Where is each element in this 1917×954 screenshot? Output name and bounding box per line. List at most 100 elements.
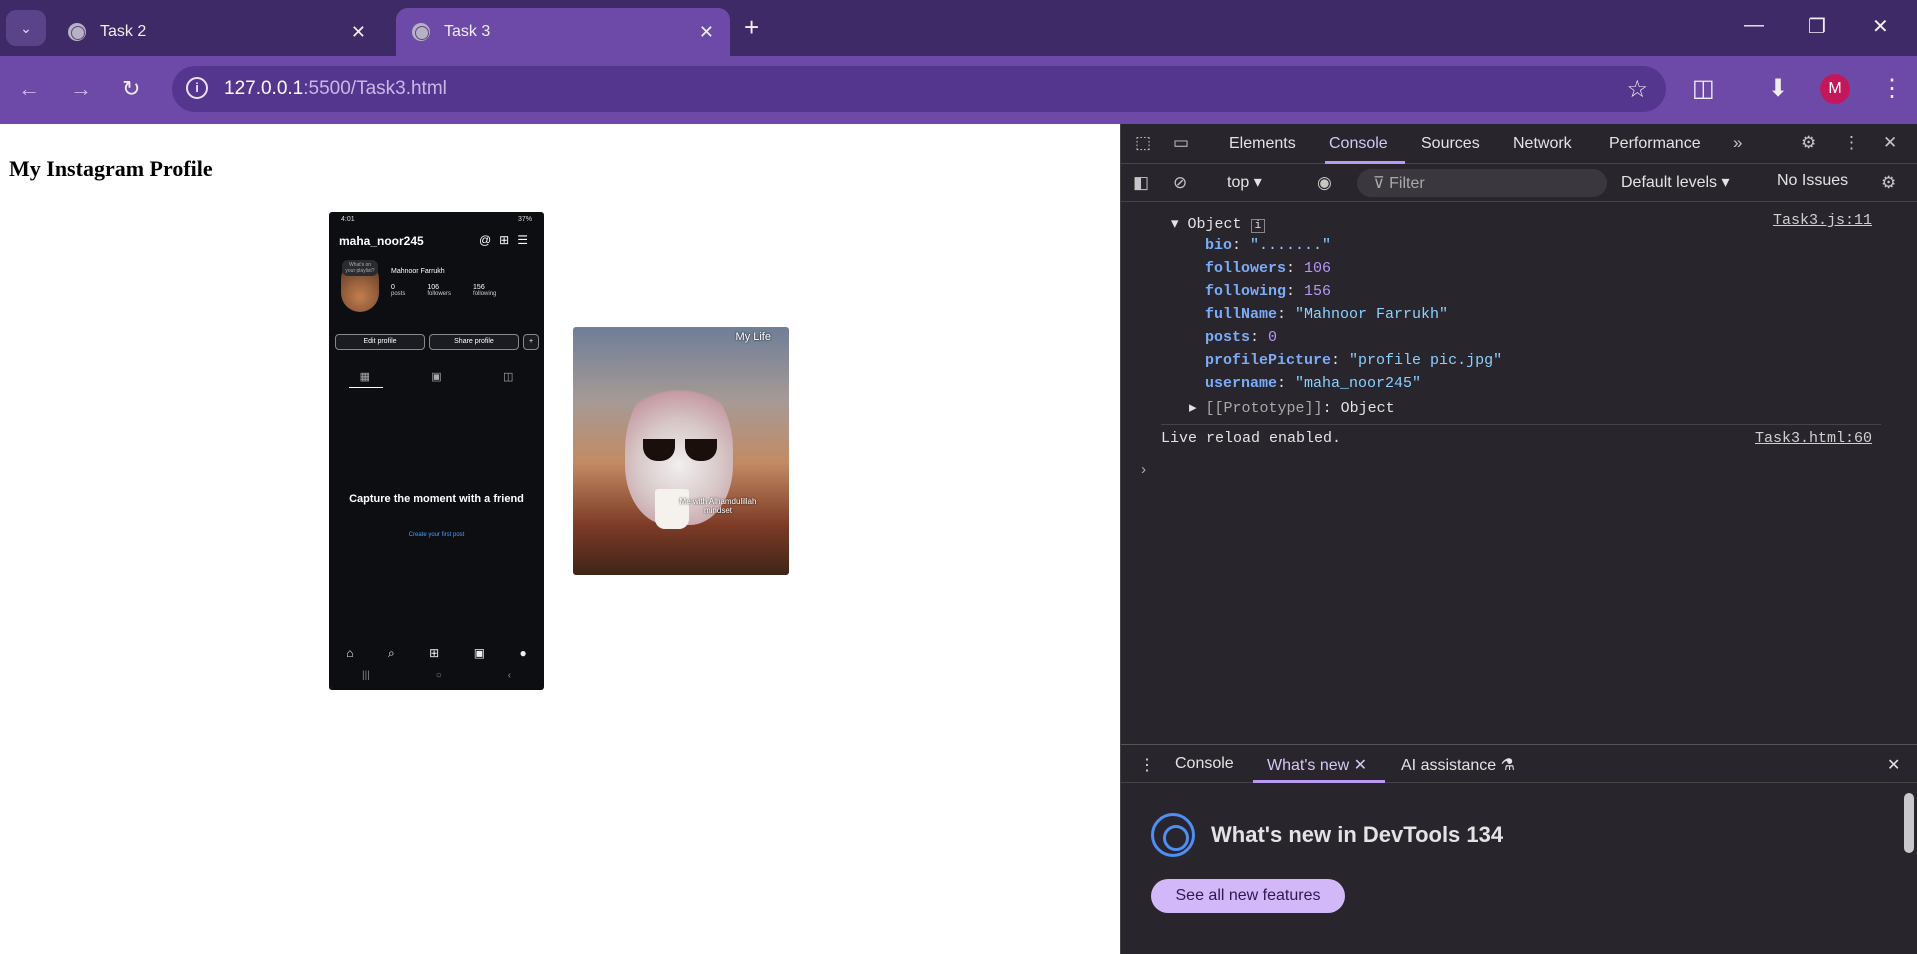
address-bar[interactable]: i 127.0.0.1:5500/Task3.html ☆	[172, 66, 1666, 112]
drawer-active-indicator	[1253, 780, 1385, 783]
tab-task2[interactable]: Task 2 ✕	[52, 8, 382, 56]
object-prop: username: "maha_noor245"	[1205, 375, 1422, 392]
sidebar-toggle-icon[interactable]: ◧	[1133, 173, 1149, 193]
globe-icon	[68, 23, 86, 41]
browser-toolbar: ← → ↻ i 127.0.0.1:5500/Task3.html ☆ ◫ ⬇ …	[0, 56, 1917, 124]
tab-performance[interactable]: Performance	[1609, 135, 1701, 153]
tab-network[interactable]: Network	[1513, 135, 1572, 153]
close-drawer-icon[interactable]: ✕	[1887, 755, 1900, 775]
page-viewport: My Instagram Profile 4:01 37% maha_noor2…	[0, 124, 1120, 954]
object-header[interactable]: ▾ Object i	[1171, 214, 1266, 233]
context-select[interactable]: top ▾	[1227, 172, 1262, 192]
tab-elements[interactable]: Elements	[1229, 135, 1296, 153]
devtools-menu-icon[interactable]: ⋮	[1843, 133, 1860, 153]
reload-icon[interactable]: ↻	[122, 76, 140, 102]
reload-message: Live reload enabled.	[1161, 430, 1342, 447]
download-icon[interactable]: ⬇	[1768, 74, 1788, 103]
android-nav: ||| ○ ‹	[361, 670, 512, 681]
drawer-tab-ai-assistance[interactable]: AI assistance ⚗	[1401, 755, 1515, 775]
settings-gear-icon[interactable]: ⚙	[1801, 133, 1816, 153]
home-icon: ⌂	[346, 646, 354, 660]
reload-source-link[interactable]: Task3.html:60	[1755, 430, 1872, 447]
ig-fullname: Mahnoor Farrukh	[391, 268, 445, 275]
object-source-link[interactable]: Task3.js:11	[1773, 212, 1872, 229]
plus-icon: ⊞	[429, 646, 440, 660]
tab-strip: ⌄ Task 2 ✕ Task 3 ✕ + — ❐ ✕	[0, 0, 1917, 56]
site-info-icon[interactable]: i	[186, 77, 208, 99]
reel-icon: ▣	[473, 646, 486, 660]
drawer-tabbar: ⋮ Console What's new ✕ AI assistance ⚗ ✕	[1121, 745, 1917, 783]
console-settings-icon[interactable]: ⚙	[1881, 173, 1896, 193]
profile-avatar[interactable]: M	[1820, 74, 1850, 104]
image-caption-top: My Life	[735, 331, 771, 343]
sunglasses	[643, 439, 719, 461]
close-tab-icon[interactable]: ✕	[699, 22, 714, 43]
bookmark-star-icon[interactable]: ☆	[1626, 75, 1648, 104]
restore-icon[interactable]: ❐	[1808, 14, 1826, 39]
tab-search-button[interactable]: ⌄	[6, 10, 46, 46]
filter-input[interactable]: ⊽ Filter	[1357, 169, 1607, 197]
issues-count[interactable]: No Issues	[1777, 172, 1848, 190]
log-levels-select[interactable]: Default levels ▾	[1621, 172, 1730, 192]
tab-task3[interactable]: Task 3 ✕	[396, 8, 730, 56]
drawer-tab-console[interactable]: Console	[1175, 755, 1234, 773]
clear-console-icon[interactable]: ⊘	[1173, 173, 1187, 193]
object-prop: posts: 0	[1205, 329, 1278, 346]
ig-stat: 106 followers	[427, 284, 452, 297]
image-caption-mid: Me with Alhamdulillah mindset	[679, 497, 757, 515]
ig-tabs: ▦ ▣ ◫	[329, 370, 544, 383]
menu-kebab-icon[interactable]: ⋮	[1880, 74, 1904, 103]
tab-sources[interactable]: Sources	[1421, 135, 1480, 153]
ig-create-link: Create your first post	[408, 532, 465, 538]
console-toolbar: ◧ ⊘ top ▾ ◉ ⊽ Filter Default levels ▾ No…	[1121, 164, 1917, 202]
drawer-menu-icon[interactable]: ⋮	[1139, 755, 1155, 775]
tab-console[interactable]: Console	[1329, 135, 1388, 153]
profile-icon: ●	[519, 646, 527, 660]
ig-edit-profile: Edit profile	[335, 334, 425, 350]
url-text[interactable]: 127.0.0.1:5500/Task3.html	[224, 78, 447, 100]
drawer-tab-whats-new[interactable]: What's new ✕	[1267, 755, 1367, 775]
device-toolbar-icon[interactable]: ▭	[1173, 133, 1189, 153]
close-devtools-icon[interactable]: ✕	[1883, 133, 1897, 153]
ig-stats: 0 posts 106 followers 156 following	[391, 284, 496, 297]
inspect-icon[interactable]: ⬚	[1135, 133, 1151, 153]
close-tab-icon[interactable]: ✕	[351, 22, 366, 43]
new-tab-button[interactable]: +	[744, 12, 759, 43]
status-battery: 37%	[517, 216, 532, 223]
drawer-scrollbar[interactable]	[1904, 793, 1914, 853]
see-all-features-button[interactable]: See all new features	[1151, 879, 1345, 913]
prototype-row[interactable]: ▸ [[Prototype]]: Object	[1189, 398, 1395, 417]
tagged-icon: ◫	[502, 371, 514, 383]
ig-add-person-icon: +	[523, 334, 539, 350]
devtools-tabbar: ⬚ ▭ Elements Console Sources Network Per…	[1121, 124, 1917, 164]
ig-bottom-nav: ⌂ ⌕ ⊞ ▣ ●	[329, 646, 544, 661]
devtools-panel: ⬚ ▭ Elements Console Sources Network Per…	[1120, 124, 1917, 954]
whats-new-title: What's new in DevTools 134	[1211, 822, 1504, 847]
chevron-down-icon: ⌄	[20, 19, 32, 36]
object-prop: followers: 106	[1205, 260, 1332, 277]
instagram-screenshot: 4:01 37% maha_noor245 @⊞☰ What's on your…	[329, 212, 544, 690]
close-window-icon[interactable]: ✕	[1872, 14, 1889, 39]
object-prop: profilePicture: "profile pic.jpg"	[1205, 352, 1503, 369]
ig-avatar: What's on your playlist?	[341, 260, 379, 312]
console-separator	[1161, 424, 1881, 425]
chrome-logo-icon	[1151, 813, 1195, 857]
ig-tab-underline	[349, 387, 383, 388]
ig-username: maha_noor245	[339, 234, 424, 248]
tab-title: Task 3	[444, 23, 491, 40]
reels-icon: ▣	[431, 371, 442, 383]
ig-stat: 0 posts	[391, 284, 406, 297]
search-icon: ⌕	[387, 646, 395, 660]
ig-empty-caption: Capture the moment with a friend	[349, 493, 524, 505]
eye-icon[interactable]: ◉	[1317, 173, 1332, 193]
object-prop: bio: "......."	[1205, 237, 1332, 254]
status-time: 4:01	[341, 216, 355, 223]
extensions-icon[interactable]: ◫	[1692, 74, 1715, 103]
more-tabs-icon[interactable]: »	[1733, 133, 1742, 153]
minimize-icon[interactable]: —	[1744, 14, 1764, 37]
forward-icon[interactable]: →	[70, 76, 92, 102]
console-prompt[interactable]: ›	[1139, 462, 1148, 479]
back-icon[interactable]: ←	[18, 76, 40, 102]
devtools-drawer: ⋮ Console What's new ✕ AI assistance ⚗ ✕…	[1121, 744, 1917, 954]
ig-share-profile: Share profile	[429, 334, 519, 350]
